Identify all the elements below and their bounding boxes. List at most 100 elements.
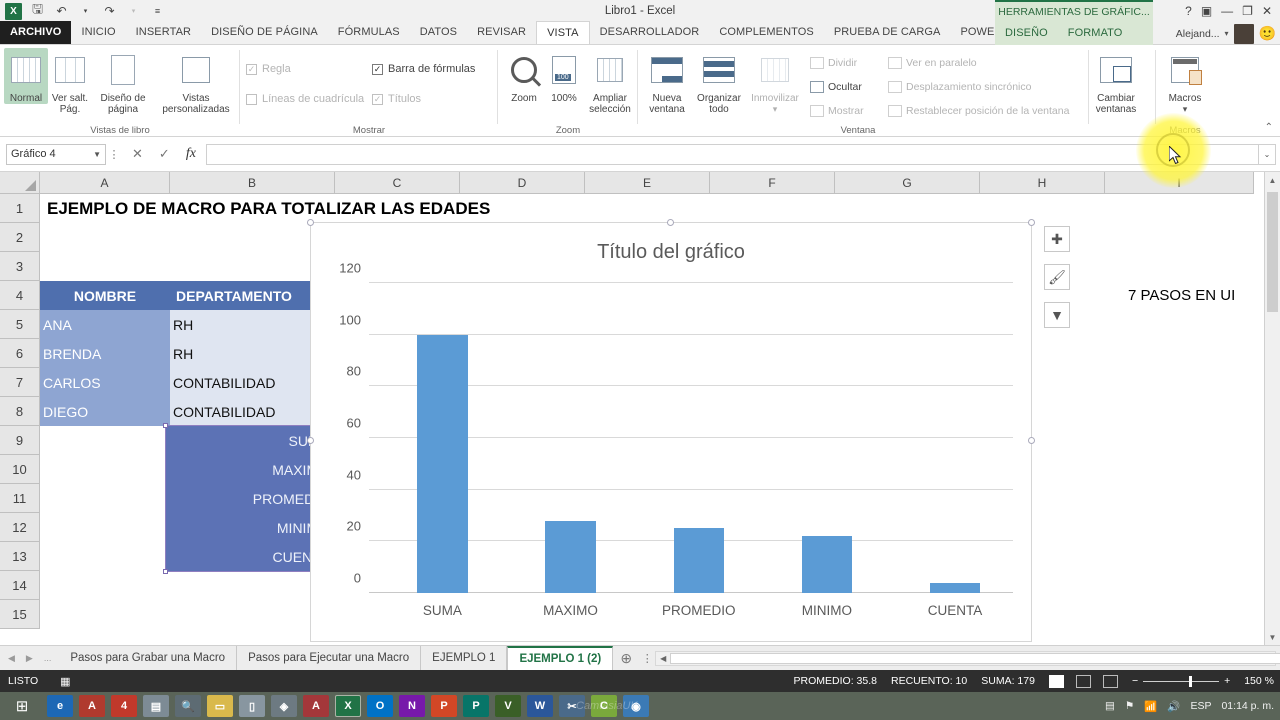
view-page-layout-button[interactable]: Diseño de página [93,48,153,115]
zoom-button[interactable]: Zoom [502,48,546,104]
start-button[interactable]: ⊞ [0,692,44,720]
chart-elements-button[interactable]: ✚ [1044,226,1070,252]
check-barra-de-formulas[interactable]: ✓ Barra de fórmulas [372,63,475,75]
row-header-6[interactable]: 6 [0,339,40,368]
check-titulos[interactable]: ✓ Títulos [372,93,421,105]
row-header-8[interactable]: 8 [0,397,40,426]
reset-window-position-button[interactable]: Restablecer posición de la ventana [888,105,1069,117]
language-indicator[interactable]: ESP [1190,700,1211,712]
enter-formula-icon[interactable]: ✓ [159,146,170,162]
powerpoint-icon[interactable]: P [431,695,457,717]
formula-input[interactable] [206,144,1258,165]
chart-filters-button[interactable]: ▼ [1044,302,1070,328]
help-button[interactable]: ? [1185,4,1192,18]
save-icon[interactable]: 🖫 [29,3,46,20]
zoom-level-label[interactable]: 150 % [1244,675,1274,687]
check-regla[interactable]: ✓ Regla [246,63,291,75]
contextual-tabs[interactable]: DISEÑO FORMATO [995,22,1132,45]
redo-dropdown-icon[interactable]: ▾ [125,3,142,20]
close-button[interactable]: ✕ [1262,4,1272,18]
undo-dropdown-icon[interactable]: ▾ [77,3,94,20]
sheet-prev-icon[interactable]: ◀ [8,653,15,664]
view-shortcut-buttons[interactable] [1049,675,1118,688]
redo-icon[interactable]: ↷ [101,3,118,20]
mesh-icon[interactable]: ◈ [271,695,297,717]
ribbon-display-options-button[interactable]: ▣ [1201,4,1212,18]
scroll-up-icon[interactable]: ▲ [1265,172,1280,188]
name-box[interactable]: Gráfico 4 ▼ [6,144,106,165]
column-header-e[interactable]: E [585,172,710,194]
avatar[interactable] [1234,24,1254,44]
horizontal-scrollbar[interactable]: ◀ ▶ [655,651,1276,666]
bar-suma[interactable] [417,335,467,593]
page-layout-view-button[interactable] [1076,675,1091,688]
row-header-15[interactable]: 15 [0,600,40,629]
freeze-panes-button[interactable]: Inmovilizar ▾ [746,48,804,115]
system-tray[interactable]: ▤ ⚑ 📶 🔊 ESP 01:14 p. m. [1105,700,1274,713]
cell-a3[interactable]: NOMBRE [40,281,170,310]
row-header-11[interactable]: 11 [0,484,40,513]
checkbox-icon[interactable]: ✓ [246,64,257,75]
pdf-icon[interactable]: 4 [111,695,137,717]
row-header-3[interactable]: 3 [0,252,40,281]
user-name-label[interactable]: Alejand... [1176,28,1220,40]
zoom-selection-button[interactable]: Ampliar selección [584,48,636,115]
cancel-formula-icon[interactable]: ✕ [132,146,143,162]
cell-a6[interactable]: CARLOS [40,368,170,397]
visio-icon[interactable]: V [495,695,521,717]
arrange-all-button[interactable]: Organizar todo [692,48,746,115]
view-side-by-side-button[interactable]: Ver en paralelo [888,57,977,69]
tab-archivo[interactable]: ARCHIVO [0,21,71,44]
view-normal-button[interactable]: Normal [4,48,48,104]
row-header-5[interactable]: 5 [0,310,40,339]
sheet-tab-pasos-grabar[interactable]: Pasos para Grabar una Macro [59,646,237,671]
zoom-100-button[interactable]: 100 100% [544,48,584,104]
cell-a1[interactable]: EJEMPLO DE MACRO PARA TOTALIZAR LAS EDAD… [44,195,664,222]
onenote-icon[interactable]: N [399,695,425,717]
column-header-g[interactable]: G [835,172,980,194]
column-header-b[interactable]: B [170,172,335,194]
search-icon[interactable]: 🔍 [175,695,201,717]
bar-maximo[interactable] [545,521,595,593]
page-break-view-button[interactable] [1103,675,1118,688]
row-header-12[interactable]: 12 [0,513,40,542]
row-header-7[interactable]: 7 [0,368,40,397]
word-icon[interactable]: W [527,695,553,717]
tab-prueba-de-carga[interactable]: PRUEBA DE CARGA [824,21,951,44]
chart-side-buttons[interactable]: ✚ 🖌 ▼ [1044,226,1070,340]
quick-access-toolbar[interactable]: X 🖫 ↶ ▾ ↷ ▾ ≡ [0,3,166,20]
row-header-2[interactable]: 2 [0,223,40,252]
select-all-corner[interactable] [0,172,40,194]
tab-datos[interactable]: DATOS [410,21,467,44]
row-header-10[interactable]: 10 [0,455,40,484]
vertical-scroll-thumb[interactable] [1267,192,1278,312]
sheet-nav-arrows[interactable]: ◀ ▶ ... [0,653,59,664]
tab-inicio[interactable]: INICIO [71,21,125,44]
vertical-scrollbar[interactable]: ▲ ▼ [1264,172,1280,645]
outlook-icon[interactable]: O [367,695,393,717]
collapse-ribbon-icon[interactable]: ⌃ [1265,122,1273,133]
tab-desarrollador[interactable]: DESARROLLADOR [590,21,710,44]
name-box-dropdown-icon[interactable]: ▼ [93,150,101,159]
notes-icon[interactable]: ▤ [143,695,169,717]
split-button[interactable]: Dividir [810,57,857,69]
zoom-slider-knob[interactable] [1189,676,1192,687]
column-header-f[interactable]: F [710,172,835,194]
restore-button[interactable]: ❐ [1242,4,1253,18]
hide-button[interactable]: Ocultar [810,81,862,93]
zoom-slider-track[interactable] [1143,681,1219,682]
row-header-1[interactable]: 1 [0,194,40,223]
cell-a7[interactable]: DIEGO [40,397,170,426]
chart-handle-tc[interactable] [667,219,674,226]
chart-handle-mr[interactable] [1028,437,1035,444]
sheet-tab-grip[interactable]: ⋮ [639,652,655,665]
chart-title[interactable]: Título del gráfico [311,241,1031,264]
sheet-tab-pasos-ejecutar[interactable]: Pasos para Ejecutar una Macro [237,646,421,671]
selection-handle-bl[interactable] [163,569,168,574]
expand-formula-bar-icon[interactable]: ⌄ [1258,144,1276,165]
app-red-icon[interactable]: A [79,695,105,717]
tab-diseno-grafico[interactable]: DISEÑO [995,22,1058,45]
sheet-tab-ejemplo-1[interactable]: EJEMPLO 1 [421,646,507,671]
folder-icon[interactable]: ▭ [207,695,233,717]
horizontal-scroll-thumb[interactable] [670,653,1280,664]
